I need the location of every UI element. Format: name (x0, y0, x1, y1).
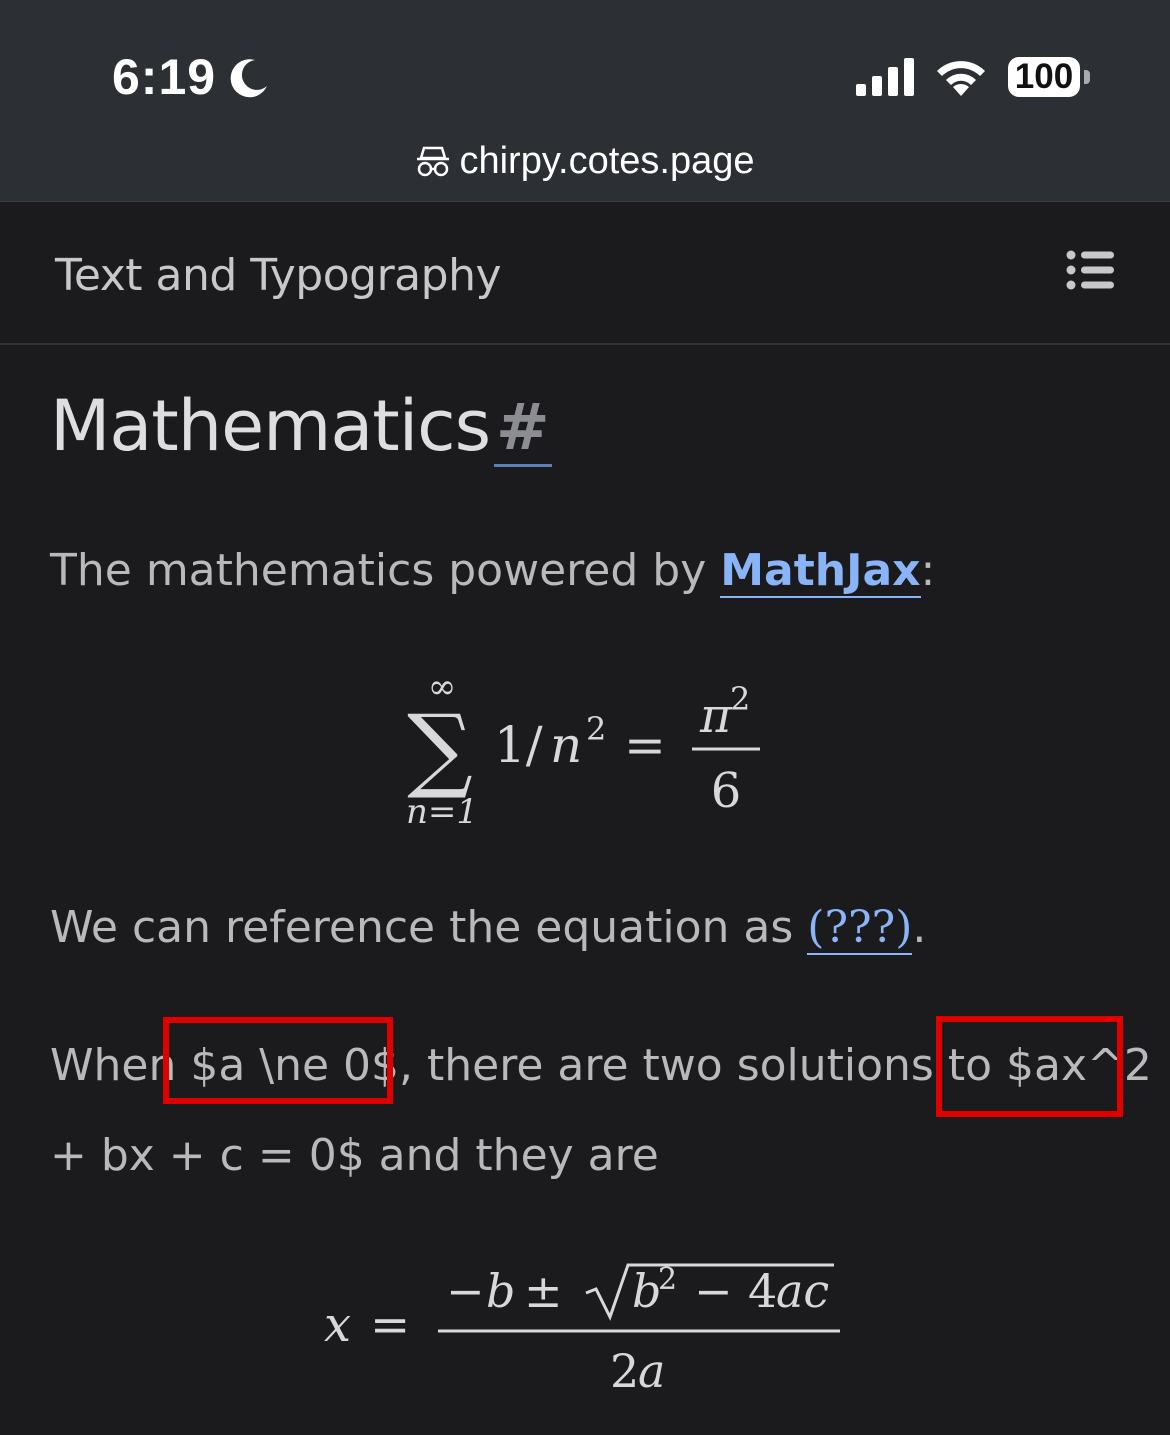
intro-suffix: : (920, 545, 936, 596)
intro-paragraph: The mathematics powered by MathJax: (50, 545, 936, 598)
basel-sum-equation: ∞ ∑ n=1 1/ n 2 = π 2 6 (406, 670, 760, 832)
cellular-signal-icon (856, 58, 914, 96)
quad-plus-minus: ± (524, 1264, 563, 1318)
equals-sign: = (624, 716, 666, 774)
battery-level: 100 (1014, 57, 1074, 96)
private-browsing-icon (417, 146, 450, 177)
quadratic-formula-equation: x = − b ± b 2 − 4 ac 2 a (324, 1262, 840, 1398)
quad-den-a: a (638, 1344, 665, 1398)
quad-equals: = (370, 1297, 410, 1353)
heading-anchor-link[interactable]: # (494, 392, 552, 467)
quad-sqrt-ac: ac (776, 1264, 829, 1318)
table-of-contents-icon[interactable] (1066, 250, 1114, 290)
moon-icon (230, 59, 267, 98)
fraction-denominator: 6 (711, 763, 742, 819)
quad-den-2: 2 (610, 1344, 639, 1398)
wifi-icon (937, 61, 985, 96)
quad-minus: − (446, 1264, 485, 1318)
mathjax-link[interactable]: MathJax (720, 545, 921, 598)
reference-text: We can reference the equation as (50, 902, 808, 953)
sum-lower-limit: n=1 (406, 792, 478, 832)
quadratic-paragraph-line2: + bx + c = 0$ and they are (50, 1130, 659, 1181)
reference-suffix: . (912, 902, 927, 953)
equation-reference-link[interactable]: (???) (807, 902, 913, 955)
highlight-box-ax2 (936, 1016, 1123, 1117)
fraction-pi: π (699, 688, 733, 744)
intro-text: The mathematics powered by (50, 545, 721, 596)
status-time: 6:19 (112, 49, 217, 105)
browser-top-bar: 6:19 100 chirpy.cotes.page (0, 0, 1170, 202)
when-middle: there are two solutions to (413, 1040, 1006, 1091)
reference-paragraph: We can reference the equation as (???). (50, 902, 927, 955)
sum-symbol: ∑ (407, 695, 473, 802)
quad-lhs-x: x (324, 1297, 351, 1353)
quad-sqrt-exponent: 2 (658, 1262, 677, 1297)
fraction-pi-exponent: 2 (730, 680, 750, 718)
sum-term-n: n (550, 716, 582, 774)
quad-b: b (486, 1264, 515, 1318)
section-heading: Mathematics (50, 385, 491, 467)
quad-sqrt-minus: − (694, 1264, 733, 1318)
highlight-box-a-ne-0 (163, 1017, 393, 1104)
url-text: chirpy.cotes.page (459, 139, 755, 182)
battery-indicator: 100 (1008, 57, 1080, 97)
quad-sqrt-4: 4 (748, 1264, 777, 1318)
page-title: Text and Typography (55, 250, 502, 301)
site-header: Text and Typography (0, 202, 1170, 345)
battery-nub (1084, 70, 1090, 84)
sum-term-exponent: 2 (586, 710, 606, 748)
sum-term-numerator: 1/ (494, 716, 543, 774)
url-bar[interactable]: chirpy.cotes.page (0, 136, 1170, 186)
